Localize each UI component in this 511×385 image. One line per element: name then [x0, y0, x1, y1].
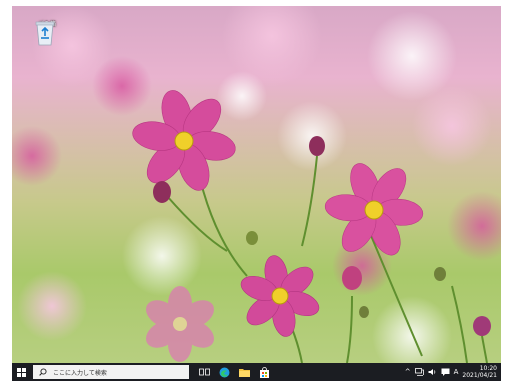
- volume-icon[interactable]: [428, 368, 437, 376]
- task-view-button[interactable]: [198, 366, 210, 378]
- pinned-apps: [198, 363, 270, 381]
- cosmos-flowers-wallpaper: [12, 6, 501, 363]
- system-tray: ^ A 10:20 2021/04/21: [405, 363, 497, 381]
- recycle-bin-icon: [35, 21, 55, 46]
- store-button[interactable]: [258, 366, 270, 378]
- folder-icon: [238, 368, 250, 377]
- taskbar-clock[interactable]: 10:20 2021/04/21: [462, 365, 497, 379]
- start-button[interactable]: [12, 363, 30, 381]
- search-icon: [39, 368, 47, 376]
- notification-message-icon[interactable]: [441, 368, 450, 376]
- taskbar: ここに入力して検索 ^ A 10:20 2021/04/21: [12, 363, 501, 381]
- show-hidden-icons-chevron[interactable]: ^: [405, 368, 411, 376]
- ime-mode-indicator[interactable]: A: [454, 368, 459, 376]
- taskbar-search-box[interactable]: ここに入力して検索: [33, 365, 189, 379]
- file-explorer-button[interactable]: [238, 366, 250, 378]
- search-placeholder: ここに入力して検索: [53, 369, 107, 377]
- windows-logo-icon: [16, 367, 26, 377]
- clock-time: 10:20: [479, 365, 497, 372]
- edge-browser-button[interactable]: [218, 366, 230, 378]
- store-bag-icon: [259, 366, 269, 378]
- desktop-wallpaper: ごみ箱: [12, 6, 501, 363]
- task-view-icon: [198, 368, 210, 376]
- desktop-screen: ごみ箱 ここに入力して検索: [12, 6, 501, 381]
- clock-date: 2021/04/21: [462, 372, 497, 379]
- network-icon[interactable]: [414, 368, 424, 376]
- recycle-bin-shortcut[interactable]: ごみ箱: [32, 18, 62, 46]
- edge-browser-icon: [219, 367, 229, 377]
